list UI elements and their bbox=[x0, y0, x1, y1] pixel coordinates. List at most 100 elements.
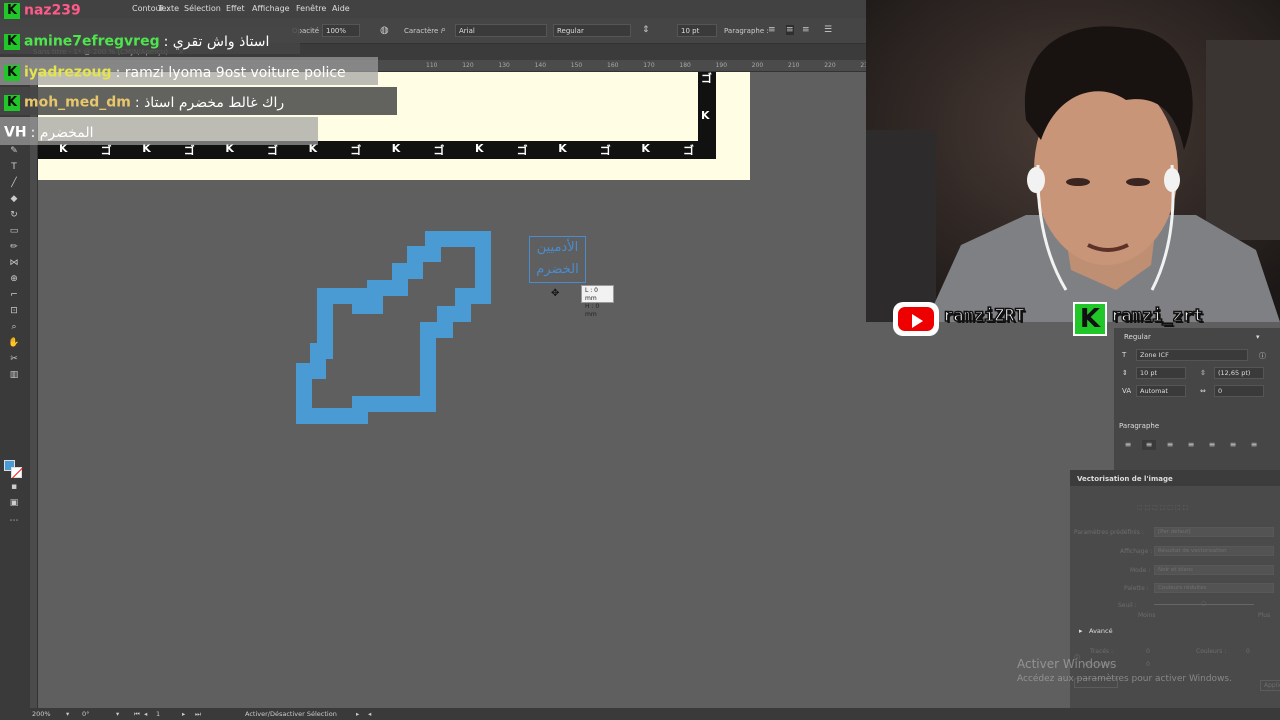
threshold-slider-handle[interactable]: ○ bbox=[1201, 600, 1206, 607]
font-style-select[interactable]: Regular bbox=[553, 24, 631, 37]
para-justify-left-icon[interactable]: ≡ bbox=[1184, 440, 1198, 450]
info-icon[interactable]: ⓘ bbox=[1259, 351, 1266, 361]
trace-preset-icon[interactable]: ⬚ ⬚ ⬚ ⬚ ⬚ ⬚ ⬚ bbox=[1137, 504, 1188, 511]
paragraph-label[interactable]: Paragraphe : bbox=[724, 27, 769, 35]
view-label: Affichage : bbox=[1120, 548, 1153, 555]
zone-select[interactable]: Zone ICF bbox=[1136, 349, 1248, 361]
eraser-tool-icon[interactable]: ◆ bbox=[6, 192, 22, 206]
webcam-overlay bbox=[866, 0, 1280, 322]
artboard-tool-icon[interactable]: ⊡ bbox=[6, 304, 22, 318]
eyedropper-tool-icon[interactable]: ⌐ bbox=[6, 288, 22, 302]
ruler-tick-label: 170 bbox=[643, 62, 655, 69]
mode-select[interactable]: Noir et blanc bbox=[1154, 565, 1274, 575]
paths-value: 0 bbox=[1146, 648, 1150, 655]
screen-mode-icon[interactable]: ▣ bbox=[6, 496, 22, 510]
hand-tool-icon[interactable]: ✋ bbox=[6, 336, 22, 350]
border-pattern-glyph: K bbox=[391, 142, 401, 155]
kick-chat-icon: K bbox=[4, 94, 20, 111]
prev-artboard-icon[interactable]: ◂ bbox=[144, 710, 147, 718]
more-tools-icon[interactable]: ⋯ bbox=[6, 514, 22, 528]
menu-item-effet[interactable]: Effet bbox=[226, 4, 245, 13]
tracking-field[interactable]: 0 bbox=[1214, 385, 1264, 397]
align-center-icon[interactable]: ≡ bbox=[786, 25, 794, 35]
stroke-swatch[interactable] bbox=[11, 467, 22, 478]
measure-tooltip: L : 0 mm H : 0 mm bbox=[581, 285, 614, 318]
palette-label: Palette : bbox=[1124, 585, 1149, 592]
more-options-icon[interactable]: ☰ bbox=[824, 25, 832, 35]
pen-tool-icon[interactable]: ✎ bbox=[6, 144, 22, 158]
leading-field[interactable]: (12,65 pt) bbox=[1214, 367, 1264, 379]
youtube-channel-name: ramziZRT bbox=[942, 305, 1025, 327]
scroll-left-icon[interactable]: ◂ bbox=[368, 710, 371, 718]
kerning-field[interactable]: Automat bbox=[1136, 385, 1186, 397]
border-pattern-glyph: K bbox=[475, 142, 484, 155]
font-family-select[interactable]: Arial bbox=[455, 24, 547, 37]
mode-label: Mode : bbox=[1130, 567, 1151, 574]
menu-item-affichage[interactable]: Affichage bbox=[252, 4, 290, 13]
width-tool-icon[interactable]: ⋈ bbox=[6, 256, 22, 270]
view-select[interactable]: Résultat de vectorisation bbox=[1154, 546, 1274, 556]
menu-item-aide[interactable]: Aide bbox=[332, 4, 350, 13]
ruler-tick-label: 130 bbox=[498, 62, 510, 69]
vertical-ruler[interactable] bbox=[30, 72, 38, 708]
windows-activation-subtitle: Accédez aux paramètres pour activer Wind… bbox=[1017, 674, 1232, 684]
menu-item-selection[interactable]: Sélection bbox=[184, 4, 221, 13]
font-style-value[interactable]: Regular bbox=[1124, 333, 1151, 341]
para-justify-right-icon[interactable]: ≡ bbox=[1226, 440, 1240, 450]
rotation-dropdown-icon[interactable]: ▾ bbox=[116, 710, 119, 718]
font-size-field[interactable]: 10 pt bbox=[677, 24, 717, 37]
rotate-tool-icon[interactable]: ↻ bbox=[6, 208, 22, 222]
color-mode-icon[interactable]: ▪ bbox=[6, 480, 22, 494]
para-align-left-icon[interactable]: ≡ bbox=[1121, 440, 1135, 450]
character-label[interactable]: Caractère : bbox=[404, 27, 443, 35]
rotation-select[interactable]: 0° bbox=[82, 710, 89, 718]
status-arrow-icon[interactable]: ▸ bbox=[356, 710, 359, 718]
threshold-min-label: Moins bbox=[1138, 612, 1156, 619]
border-pattern-glyph: ゴ bbox=[433, 144, 445, 157]
next-artboard-icon[interactable]: ▸ bbox=[182, 710, 185, 718]
apply-button[interactable]: Appliquer bbox=[1260, 680, 1280, 691]
line-tool-icon[interactable]: ╱ bbox=[6, 176, 22, 190]
para-align-center-icon[interactable]: ≡ bbox=[1142, 440, 1156, 450]
tools-panel: ✎ T ╱ ◆ ↻ ▭ ✏ ⋈ ⊕ ⌐ ⊡ ⌕ ✋ ✂ ▥ ▪ ▣ ⋯ bbox=[0, 60, 30, 708]
first-artboard-icon[interactable]: ⏮ bbox=[134, 710, 140, 719]
ruler-tick-label: 160 bbox=[607, 62, 619, 69]
shape-builder-icon[interactable]: ⊕ bbox=[6, 272, 22, 286]
arabic-text-object[interactable]: الأدميين الخضرم bbox=[529, 236, 586, 283]
last-artboard-icon[interactable]: ⏭ bbox=[195, 710, 201, 719]
windows-activation-title: Activer Windows bbox=[1017, 657, 1117, 671]
menu-item-fenetre[interactable]: Fenêtre bbox=[296, 4, 326, 13]
border-pattern-glyph: ゴ bbox=[516, 144, 528, 157]
artboard-number[interactable]: 1 bbox=[156, 710, 160, 718]
font-search-icon[interactable]: ⌕ bbox=[441, 25, 446, 35]
size-field[interactable]: 10 pt bbox=[1136, 367, 1186, 379]
zoom-dropdown-icon[interactable]: ▾ bbox=[66, 710, 69, 718]
chat-message-text: : ramzi lyoma 9ost voiture police bbox=[115, 64, 346, 81]
text-line-2: الخضرم bbox=[536, 262, 579, 277]
pixel-logo-shape[interactable] bbox=[290, 226, 500, 432]
preset-select[interactable]: [Par défaut] bbox=[1154, 527, 1274, 537]
globe-icon[interactable]: ◍ bbox=[380, 25, 389, 36]
status-bar: 200% ▾ 0° ▾ ⏮ ◂ 1 ▸ ⏭ Activer/Désactiver… bbox=[0, 708, 1280, 720]
para-justify-center-icon[interactable]: ≡ bbox=[1205, 440, 1219, 450]
align-right-icon[interactable]: ≡ bbox=[802, 25, 810, 35]
advanced-toggle-icon[interactable]: ▸ bbox=[1079, 627, 1083, 635]
para-justify-all-icon[interactable]: ≡ bbox=[1247, 440, 1261, 450]
graph-tool-icon[interactable]: ▥ bbox=[6, 368, 22, 382]
align-left-icon[interactable]: ≡ bbox=[768, 25, 776, 35]
palette-select[interactable]: Couleurs réduites bbox=[1154, 583, 1274, 593]
type-tool-icon[interactable]: T bbox=[6, 160, 22, 174]
zoom-select[interactable]: 200% bbox=[32, 710, 51, 718]
leading-icon: ⇳ bbox=[1200, 369, 1206, 377]
zoom-tool-icon[interactable]: ⌕ bbox=[6, 320, 22, 334]
advanced-label[interactable]: Avancé bbox=[1089, 627, 1113, 635]
opacity-field[interactable]: 100% bbox=[322, 24, 360, 37]
chat-username: naz239 bbox=[24, 2, 81, 19]
pencil-tool-icon[interactable]: ✏ bbox=[6, 240, 22, 254]
kick-channel-name: ramzi_zrt bbox=[1110, 305, 1204, 327]
scissors-tool-icon[interactable]: ✂ bbox=[6, 352, 22, 366]
rectangle-tool-icon[interactable]: ▭ bbox=[6, 224, 22, 238]
style-dropdown-icon[interactable]: ▾ bbox=[1256, 333, 1260, 341]
para-align-right-icon[interactable]: ≡ bbox=[1163, 440, 1177, 450]
menu-item-texte[interactable]: Texte bbox=[158, 4, 179, 13]
